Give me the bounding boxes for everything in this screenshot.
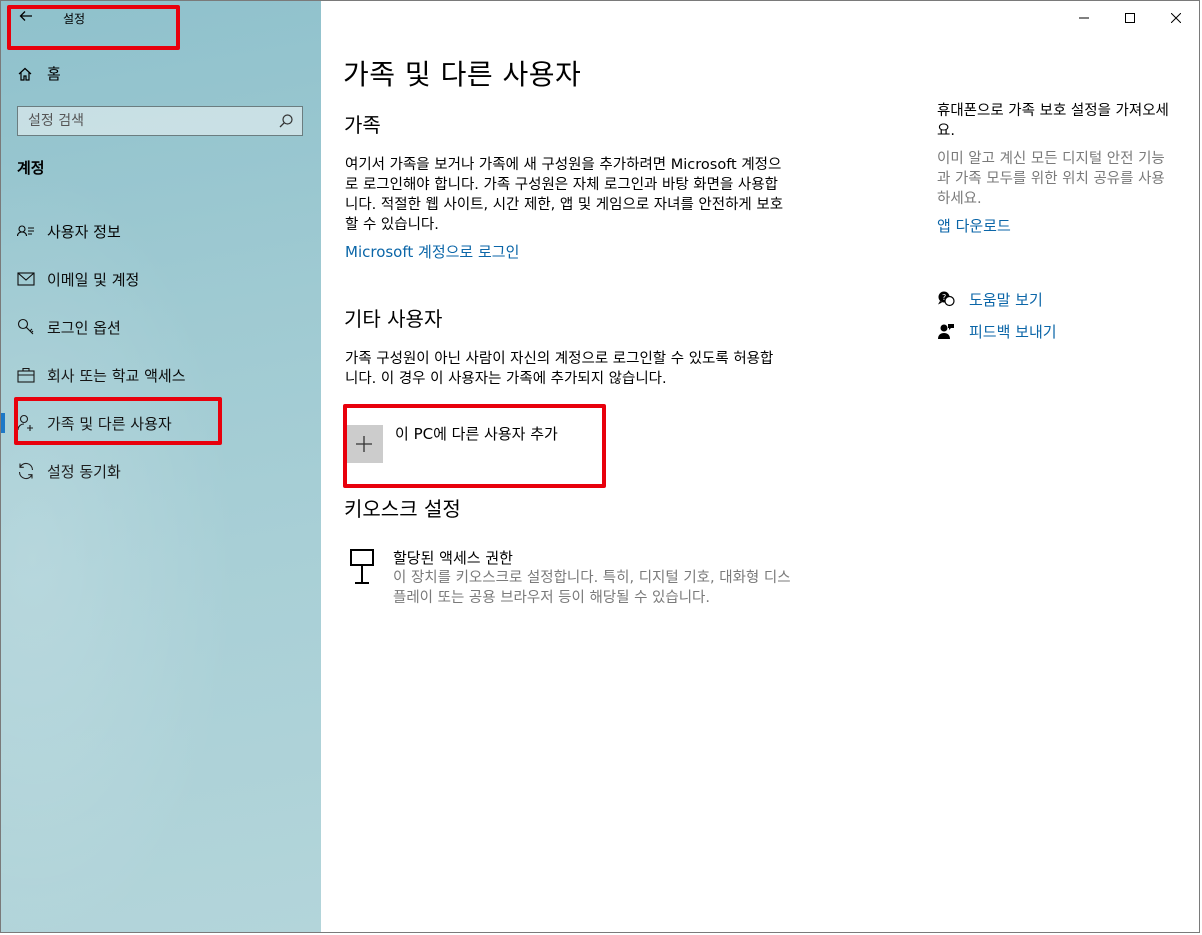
- mail-icon: [17, 270, 35, 288]
- sidebar-item-your-info[interactable]: 사용자 정보: [1, 207, 321, 255]
- sidebar-item-label: 설정 동기화: [47, 462, 121, 481]
- search-icon[interactable]: [278, 113, 294, 129]
- search-box[interactable]: [17, 106, 303, 136]
- search-input[interactable]: [18, 107, 268, 135]
- minimize-icon: [1079, 17, 1089, 19]
- kiosk-heading: 키오스크 설정: [344, 497, 461, 521]
- key-icon: [17, 318, 35, 336]
- sidebar-item-label: 사용자 정보: [47, 222, 121, 241]
- app-download-link[interactable]: 앱 다운로드: [937, 215, 1177, 236]
- briefcase-icon: [17, 366, 35, 384]
- other-users-heading: 기타 사용자: [344, 307, 443, 331]
- help-section: ? 도움말 보기 피드백 보내기: [937, 283, 1057, 347]
- sidebar-item-email[interactable]: 이메일 및 계정: [1, 255, 321, 303]
- sidebar-item-label: 회사 또는 학교 액세스: [47, 366, 186, 385]
- related-panel-description: 이미 알고 계신 모든 디지털 안전 기능과 가족 모두를 위한 위치 공유를 …: [937, 151, 1165, 207]
- close-button[interactable]: [1153, 1, 1199, 35]
- sidebar-item-signin-options[interactable]: 로그인 옵션: [1, 303, 321, 351]
- help-chat-icon: ?: [938, 291, 955, 307]
- related-panel: 휴대폰으로 가족 보호 설정을 가져오세요. 이미 알고 계신 모든 디지털 안…: [937, 101, 1177, 236]
- highlight-box-family-nav: [14, 397, 222, 445]
- highlight-box-add-user: [343, 404, 606, 488]
- assigned-access-text: 할당된 액세스 권한 이 장치를 키오스크로 설정합니다. 특히, 디지털 기호…: [393, 547, 793, 608]
- person-card-icon: [17, 222, 35, 240]
- sync-icon: [17, 462, 35, 480]
- section-heading: 계정: [17, 159, 45, 177]
- family-description: 여기서 가족을 보거나 가족에 새 구성원을 추가하려면 Microsoft 계…: [345, 157, 784, 233]
- assigned-access-description: 이 장치를 키오스크로 설정합니다. 특히, 디지털 기호, 대화형 디스플레이…: [393, 570, 791, 606]
- assigned-access-item[interactable]: 할당된 액세스 권한 이 장치를 키오스크로 설정합니다. 특히, 디지털 기호…: [347, 547, 793, 608]
- sidebar-item-label: 이메일 및 계정: [47, 270, 140, 289]
- minimize-button[interactable]: [1061, 1, 1107, 35]
- assigned-access-title: 할당된 액세스 권한: [393, 549, 513, 567]
- other-users-description: 가족 구성원이 아닌 사람이 자신의 계정으로 로그인할 수 있도록 허용합니다…: [345, 351, 774, 387]
- get-help-label: 도움말 보기: [969, 290, 1043, 309]
- home-label: 홈: [47, 65, 61, 83]
- feedback-icon: [938, 324, 954, 339]
- get-help-link[interactable]: ? 도움말 보기: [937, 283, 1057, 315]
- family-heading: 가족: [344, 113, 381, 137]
- window-controls: [1061, 1, 1199, 35]
- feedback-link[interactable]: 피드백 보내기: [937, 315, 1057, 347]
- microsoft-signin-link[interactable]: Microsoft 계정으로 로그인: [345, 242, 519, 262]
- highlight-box-title: [7, 5, 180, 50]
- kiosk-icon: [350, 549, 374, 584]
- close-icon: [1171, 13, 1181, 23]
- sidebar-item-work-school[interactable]: 회사 또는 학교 액세스: [1, 351, 321, 399]
- svg-text:?: ?: [942, 293, 946, 302]
- related-panel-title: 휴대폰으로 가족 보호 설정을 가져오세요.: [937, 103, 1169, 139]
- maximize-icon: [1125, 13, 1135, 23]
- sidebar-nav: 사용자 정보 이메일 및 계정 로그인 옵션 회사 또는 학교 액세스 가족 및…: [1, 207, 321, 495]
- sidebar-item-label: 로그인 옵션: [47, 318, 121, 337]
- sidebar: 설정 홈 계정 사용자 정보 이메일 및 계정 로그인 옵션: [1, 1, 321, 932]
- maximize-button[interactable]: [1107, 1, 1153, 35]
- home-link[interactable]: 홈: [17, 63, 61, 84]
- settings-window: 설정 홈 계정 사용자 정보 이메일 및 계정 로그인 옵션: [0, 0, 1200, 933]
- page-title: 가족 및 다른 사용자: [343, 58, 582, 91]
- home-icon: [18, 67, 32, 81]
- feedback-label: 피드백 보내기: [969, 322, 1057, 341]
- sidebar-item-sync[interactable]: 설정 동기화: [1, 447, 321, 495]
